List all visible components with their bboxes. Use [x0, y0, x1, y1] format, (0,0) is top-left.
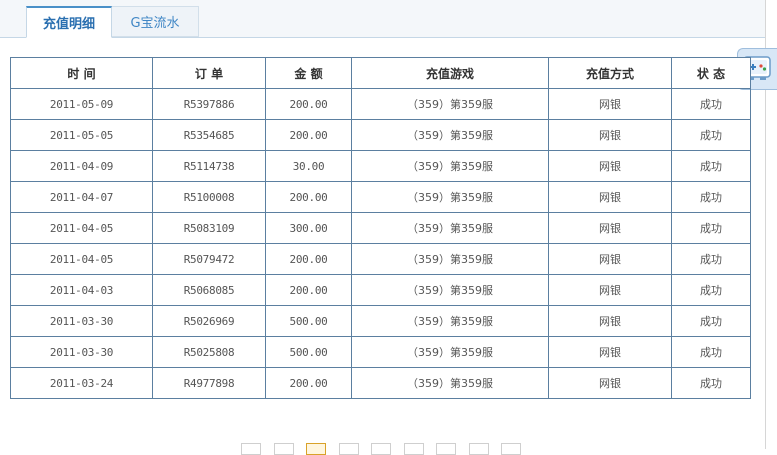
table-row: 2011-04-03 R5068085 200.00 （359）第359服 网银 成功	[10, 274, 751, 306]
cell-time: 2011-04-05	[10, 212, 153, 244]
cell-status: 成功	[671, 119, 751, 151]
cell-amount: 300.00	[265, 212, 352, 244]
table-row: 2011-03-30 R5026969 500.00 （359）第359服 网银 成功	[10, 305, 751, 337]
cell-amount: 30.00	[265, 150, 352, 182]
cell-amount: 500.00	[265, 336, 352, 368]
recharge-records-table: 时 间 订 单 金 额 充值游戏 充值方式 状 态 2011-05-09 R539…	[10, 57, 751, 399]
table-row: 2011-05-05 R5354685 200.00 （359）第359服 网银 成功	[10, 119, 751, 151]
page-button[interactable]	[241, 443, 261, 455]
page-button[interactable]	[273, 443, 294, 455]
cell-method: 网银	[548, 150, 672, 182]
cell-method: 网银	[548, 181, 672, 213]
cell-time: 2011-04-03	[10, 274, 153, 306]
table-row: 2011-04-07 R5100008 200.00 （359）第359服 网银 成功	[10, 181, 751, 213]
cell-time: 2011-04-07	[10, 181, 153, 213]
cell-status: 成功	[671, 212, 751, 244]
cell-game: （359）第359服	[351, 181, 549, 213]
header-game: 充值游戏	[351, 57, 549, 89]
cell-game: （359）第359服	[351, 243, 549, 275]
cell-order: R5083109	[152, 212, 266, 244]
cell-amount: 200.00	[265, 119, 352, 151]
page-button[interactable]	[436, 443, 456, 455]
cell-order: R5025808	[152, 336, 266, 368]
header-method: 充值方式	[548, 57, 672, 89]
cell-status: 成功	[671, 150, 751, 182]
header-order: 订 单	[152, 57, 266, 89]
cell-game: （359）第359服	[351, 212, 549, 244]
cell-time: 2011-04-05	[10, 243, 153, 275]
cell-status: 成功	[671, 88, 751, 120]
cell-game: （359）第359服	[351, 367, 549, 399]
cell-method: 网银	[548, 243, 672, 275]
header-status: 状 态	[671, 57, 751, 89]
cell-status: 成功	[671, 367, 751, 399]
table-row: 2011-03-30 R5025808 500.00 （359）第359服 网银 成功	[10, 336, 751, 368]
page-button[interactable]	[371, 443, 391, 455]
table-row: 2011-05-09 R5397886 200.00 （359）第359服 网银 成功	[10, 88, 751, 120]
cell-time: 2011-03-30	[10, 336, 153, 368]
cell-amount: 200.00	[265, 274, 352, 306]
cell-order: R5397886	[152, 88, 266, 120]
table-header-row: 时 间 订 单 金 额 充值游戏 充值方式 状 态	[10, 57, 751, 89]
cell-game: （359）第359服	[351, 88, 549, 120]
cell-time: 2011-05-05	[10, 119, 153, 151]
tab-bar: 充值明细 G宝流水	[0, 0, 765, 38]
cell-game: （359）第359服	[351, 119, 549, 151]
cell-order: R4977898	[152, 367, 266, 399]
table-row: 2011-04-09 R5114738 30.00 （359）第359服 网银 成功	[10, 150, 751, 182]
cell-method: 网银	[548, 274, 672, 306]
cell-game: （359）第359服	[351, 274, 549, 306]
cell-order: R5114738	[152, 150, 266, 182]
page-button[interactable]	[306, 443, 326, 455]
header-time: 时 间	[10, 57, 153, 89]
tab-gbao-flow[interactable]: G宝流水	[112, 6, 199, 37]
table-row: 2011-04-05 R5079472 200.00 （359）第359服 网银 成功	[10, 243, 751, 275]
cell-time: 2011-05-09	[10, 88, 153, 120]
page-button[interactable]	[338, 443, 359, 455]
cell-time: 2011-03-30	[10, 305, 153, 337]
cell-amount: 200.00	[265, 181, 352, 213]
cell-order: R5100008	[152, 181, 266, 213]
page-button[interactable]	[501, 443, 521, 455]
cell-order: R5354685	[152, 119, 266, 151]
cell-amount: 500.00	[265, 305, 352, 337]
cell-status: 成功	[671, 274, 751, 306]
cell-amount: 200.00	[265, 88, 352, 120]
cell-order: R5079472	[152, 243, 266, 275]
cell-method: 网银	[548, 119, 672, 151]
cell-method: 网银	[548, 88, 672, 120]
cell-method: 网银	[548, 367, 672, 399]
page-button[interactable]	[403, 443, 424, 455]
cell-order: R5068085	[152, 274, 266, 306]
cell-method: 网银	[548, 212, 672, 244]
cell-amount: 200.00	[265, 367, 352, 399]
cell-method: 网银	[548, 305, 672, 337]
cell-status: 成功	[671, 181, 751, 213]
table-row: 2011-03-24 R4977898 200.00 （359）第359服 网银 成功	[10, 367, 751, 399]
cell-game: （359）第359服	[351, 150, 549, 182]
cell-game: （359）第359服	[351, 336, 549, 368]
cell-amount: 200.00	[265, 243, 352, 275]
cell-time: 2011-04-09	[10, 150, 153, 182]
cell-order: R5026969	[152, 305, 266, 337]
page-button[interactable]	[468, 443, 489, 455]
table-row: 2011-04-05 R5083109 300.00 （359）第359服 网银 成功	[10, 212, 751, 244]
cell-status: 成功	[671, 336, 751, 368]
cell-status: 成功	[671, 243, 751, 275]
header-amount: 金 额	[265, 57, 352, 89]
cell-status: 成功	[671, 305, 751, 337]
tab-recharge-details[interactable]: 充值明细	[26, 6, 112, 38]
cell-method: 网银	[548, 336, 672, 368]
cell-time: 2011-03-24	[10, 367, 153, 399]
cell-game: （359）第359服	[351, 305, 549, 337]
